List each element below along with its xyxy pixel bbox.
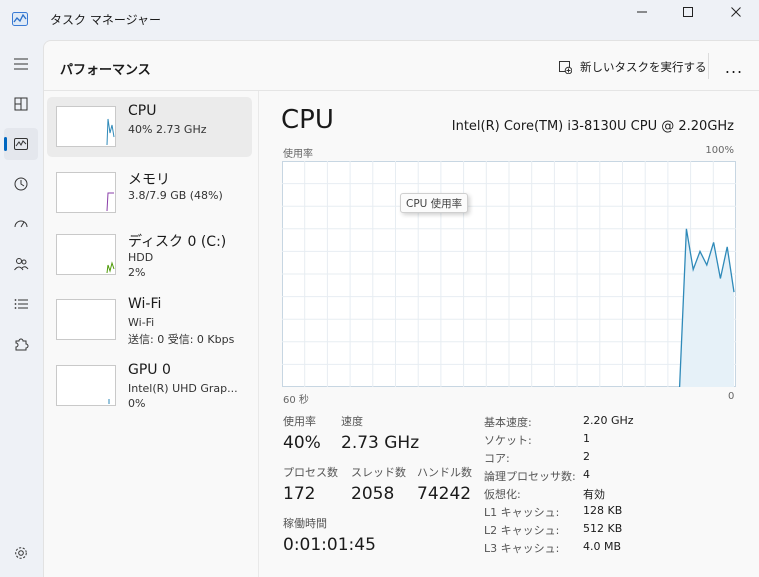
utilization-value: 40% [283,433,321,453]
more-options-button[interactable]: ... [722,55,746,79]
device-detail-2: 2% [128,266,146,279]
graph-max-label: 100% [705,145,734,156]
spec-value: 4 [583,468,590,481]
spec-key: 基本速度: [484,416,532,429]
nav-processes[interactable] [4,88,38,120]
startup-gauge-icon [14,220,28,228]
device-item-gpu[interactable]: GPU 0 Intel(R) UHD Grap... 0% [47,356,252,416]
cpu-thumbnail-graph [56,106,116,147]
uptime-label: 稼働時間 [283,517,327,530]
nav-details[interactable] [4,288,38,320]
navigation-rail [0,40,43,577]
device-name: メモリ [128,172,170,188]
spec-key: L2 キャッシュ: [484,524,560,537]
spec-key: コア: [484,452,510,465]
speed-label: 速度 [341,415,363,428]
device-item-disk[interactable]: ディスク 0 (C:) HDD 2% [47,225,252,285]
wifi-thumbnail-graph [56,299,116,340]
device-item-wifi[interactable]: Wi-Fi Wi-Fi 送信: 0 受信: 0 Kbps [47,290,252,350]
handles-label: ハンドル数 [417,466,472,479]
history-icon [14,177,28,191]
disk-thumbnail-graph [56,234,116,275]
minimize-button[interactable] [619,0,665,24]
device-detail-2: 送信: 0 受信: 0 Kbps [128,333,235,346]
processes-value: 172 [283,484,316,504]
nav-performance[interactable] [4,128,38,160]
device-name: ディスク 0 (C:) [128,234,227,250]
handles-value: 74242 [417,484,472,504]
spec-key: 仮想化: [484,488,521,501]
maximize-icon [683,7,693,17]
device-detail: 40% 2.73 GHz [128,123,207,136]
more-options-label: ... [724,57,744,77]
spec-value: 2 [583,450,590,463]
close-button[interactable] [713,0,759,24]
task-manager-app-icon [12,11,28,26]
graph-tooltip: CPU 使用率 [400,193,469,213]
device-detail-2: 0% [128,397,146,410]
device-item-cpu[interactable]: CPU 40% 2.73 GHz [47,97,252,157]
spec-value: 1 [583,432,590,445]
header-separator [708,53,709,79]
gear-icon [15,547,27,559]
nav-startup-apps[interactable] [4,208,38,240]
services-puzzle-icon [15,338,29,351]
device-name: CPU [128,103,157,119]
content-area: パフォーマンス 新しいタスクを実行する ... CPU 40% 2.73 GHz… [43,40,759,577]
spec-key: ソケット: [484,434,532,447]
close-icon [731,7,741,17]
memory-thumbnail-graph [56,172,116,213]
uptime-value: 0:01:01:45 [283,535,376,555]
device-detail: Wi-Fi [128,316,155,329]
panel-divider [258,91,259,577]
nav-users[interactable] [4,248,38,280]
device-name: GPU 0 [128,362,171,378]
spec-value: 有効 [583,488,605,501]
device-name: Wi-Fi [128,296,162,312]
hamburger-menu-button[interactable] [4,48,38,80]
cpu-heading: CPU [281,105,334,135]
device-detail: Intel(R) UHD Grap... [128,382,238,395]
graph-time-end: 0 [728,391,735,402]
device-item-memory[interactable]: メモリ 3.8/7.9 GB (48%) [47,163,252,223]
threads-label: スレッド数 [351,466,406,479]
run-new-task-button[interactable]: 新しいタスクを実行する [558,55,707,79]
spec-value: 512 KB [583,522,623,535]
minimize-icon [637,11,647,13]
spec-key: L1 キャッシュ: [484,506,560,519]
spec-value: 4.0 MB [583,540,622,553]
users-icon [14,258,29,271]
cpu-usage-graph[interactable] [282,161,736,387]
utilization-label: 使用率 [283,415,316,428]
nav-settings[interactable] [4,537,38,569]
processes-label: プロセス数 [283,466,338,479]
page-header: パフォーマンス 新しいタスクを実行する ... [44,41,759,91]
spec-key: 論理プロセッサ数: [484,470,576,483]
details-list-icon [14,299,28,309]
cpu-model: Intel(R) Core(TM) i3-8130U CPU @ 2.20GHz [451,119,734,134]
gpu-thumbnail-graph [56,365,116,406]
threads-value: 2058 [351,484,395,504]
maximize-button[interactable] [665,0,711,24]
window-title: タスク マネージャー [50,13,161,27]
processes-icon [14,97,28,111]
tooltip-text: CPU 使用率 [406,197,463,210]
device-detail: HDD [128,251,154,264]
spec-key: L3 キャッシュ: [484,542,560,555]
spec-value: 128 KB [583,504,623,517]
device-detail: 3.8/7.9 GB (48%) [128,189,223,202]
performance-icon [14,138,28,150]
nav-app-history[interactable] [4,168,38,200]
graph-axis-label: 使用率 [283,149,313,160]
speed-value: 2.73 GHz [341,433,420,453]
hamburger-icon [14,58,28,70]
nav-services[interactable] [4,328,38,360]
spec-value: 2.20 GHz [583,414,634,427]
graph-time-start: 60 秒 [283,395,309,406]
new-task-icon [559,61,572,74]
page-title: パフォーマンス [60,63,151,78]
title-bar: タスク マネージャー [0,0,759,40]
run-new-task-label: 新しいタスクを実行する [580,60,707,74]
